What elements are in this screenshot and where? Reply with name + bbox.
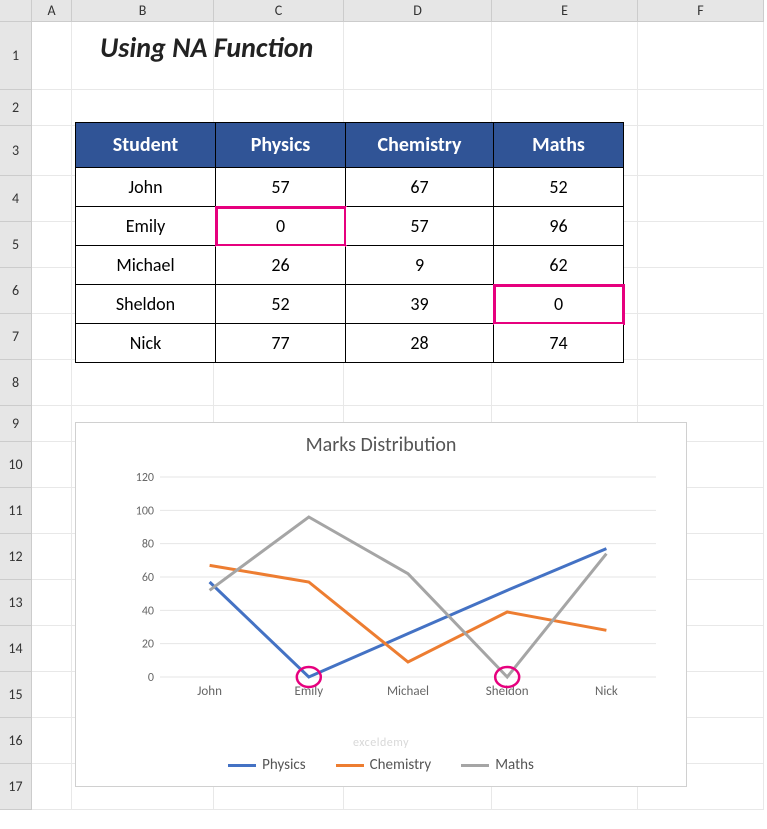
row-header-15[interactable]: 15 <box>0 672 32 718</box>
y-tick-label: 20 <box>142 638 154 652</box>
cell-chemistry[interactable]: 57 <box>346 207 494 246</box>
chart-container[interactable]: Marks Distribution 020406080100120JohnEm… <box>75 422 687 787</box>
data-table: StudentPhysicsChemistryMaths John576752E… <box>75 122 624 363</box>
cell-physics[interactable]: 0 <box>216 207 346 246</box>
row-header-12[interactable]: 12 <box>0 534 32 580</box>
legend-label: Chemistry <box>370 756 432 774</box>
y-tick-label: 120 <box>136 471 154 485</box>
cell-maths[interactable]: 96 <box>494 207 624 246</box>
row-header-11[interactable]: 11 <box>0 488 32 534</box>
col-header-A[interactable]: A <box>32 0 72 22</box>
row-header-17[interactable]: 17 <box>0 764 32 810</box>
watermark-brand: exceldemy <box>353 736 409 750</box>
row-header-4[interactable]: 4 <box>0 176 32 222</box>
cell-physics[interactable]: 77 <box>216 324 346 363</box>
cell-student[interactable]: Sheldon <box>76 285 216 324</box>
cell-physics[interactable]: 26 <box>216 246 346 285</box>
table-header-student: Student <box>76 123 216 168</box>
row-header-10[interactable]: 10 <box>0 442 32 488</box>
x-tick-label: Nick <box>595 684 618 699</box>
legend-item-maths[interactable]: Maths <box>461 756 534 774</box>
y-tick-label: 0 <box>148 671 154 685</box>
x-tick-label: John <box>197 684 222 699</box>
cell-chemistry[interactable]: 39 <box>346 285 494 324</box>
cell-physics[interactable]: 52 <box>216 285 346 324</box>
legend-label: Maths <box>495 756 534 774</box>
series-physics[interactable] <box>210 549 607 677</box>
page-title: Using NA Function <box>100 30 313 65</box>
table-row: Nick772874 <box>76 324 624 363</box>
cell-physics[interactable]: 57 <box>216 168 346 207</box>
row-header-14[interactable]: 14 <box>0 626 32 672</box>
legend-item-physics[interactable]: Physics <box>228 756 306 774</box>
watermark: exceldemy <box>353 736 409 750</box>
series-chemistry[interactable] <box>210 565 607 662</box>
x-tick-label: Michael <box>387 684 429 699</box>
col-header-B[interactable]: B <box>72 0 214 22</box>
row-headers: 1234567891011121314151617 <box>0 22 32 810</box>
chart-legend: Physics Chemistry Maths <box>76 756 686 774</box>
row-header-3[interactable]: 3 <box>0 126 32 176</box>
y-tick-label: 60 <box>142 571 154 585</box>
table-row: Sheldon52390 <box>76 285 624 324</box>
table-header-maths: Maths <box>494 123 624 168</box>
cell-student[interactable]: John <box>76 168 216 207</box>
legend-swatch <box>336 764 364 767</box>
cell-student[interactable]: Michael <box>76 246 216 285</box>
cell-chemistry[interactable]: 28 <box>346 324 494 363</box>
chart-title: Marks Distribution <box>76 433 686 457</box>
row-header-6[interactable]: 6 <box>0 268 32 314</box>
table-row: Emily05796 <box>76 207 624 246</box>
legend-swatch <box>461 764 489 767</box>
y-tick-label: 80 <box>142 538 154 552</box>
cell-maths[interactable]: 0 <box>494 285 624 324</box>
legend-swatch <box>228 764 256 767</box>
row-header-8[interactable]: 8 <box>0 360 32 406</box>
col-header-E[interactable]: E <box>492 0 638 22</box>
col-header-D[interactable]: D <box>344 0 492 22</box>
row-header-2[interactable]: 2 <box>0 90 32 126</box>
cell-student[interactable]: Nick <box>76 324 216 363</box>
cell-chemistry[interactable]: 9 <box>346 246 494 285</box>
table-row: John576752 <box>76 168 624 207</box>
table-header-chemistry: Chemistry <box>346 123 494 168</box>
column-headers-row: ABCDEF <box>0 0 767 22</box>
legend-item-chemistry[interactable]: Chemistry <box>336 756 432 774</box>
legend-label: Physics <box>262 756 306 774</box>
chart-plot: 020406080100120JohnEmilyMichaelSheldonNi… <box>126 471 666 711</box>
table-row: Michael26962 <box>76 246 624 285</box>
cell-maths[interactable]: 52 <box>494 168 624 207</box>
cell-chemistry[interactable]: 67 <box>346 168 494 207</box>
cell-maths[interactable]: 74 <box>494 324 624 363</box>
table-header-physics: Physics <box>216 123 346 168</box>
col-header-F[interactable]: F <box>638 0 764 22</box>
row-header-13[interactable]: 13 <box>0 580 32 626</box>
select-all-corner[interactable] <box>0 0 32 22</box>
cell-student[interactable]: Emily <box>76 207 216 246</box>
y-tick-label: 100 <box>136 504 154 518</box>
row-header-5[interactable]: 5 <box>0 222 32 268</box>
row-header-16[interactable]: 16 <box>0 718 32 764</box>
y-tick-label: 40 <box>142 604 154 618</box>
series-maths[interactable] <box>210 517 607 677</box>
row-header-7[interactable]: 7 <box>0 314 32 360</box>
row-header-1[interactable]: 1 <box>0 22 32 90</box>
row-header-9[interactable]: 9 <box>0 406 32 442</box>
cell-maths[interactable]: 62 <box>494 246 624 285</box>
col-header-C[interactable]: C <box>214 0 344 22</box>
